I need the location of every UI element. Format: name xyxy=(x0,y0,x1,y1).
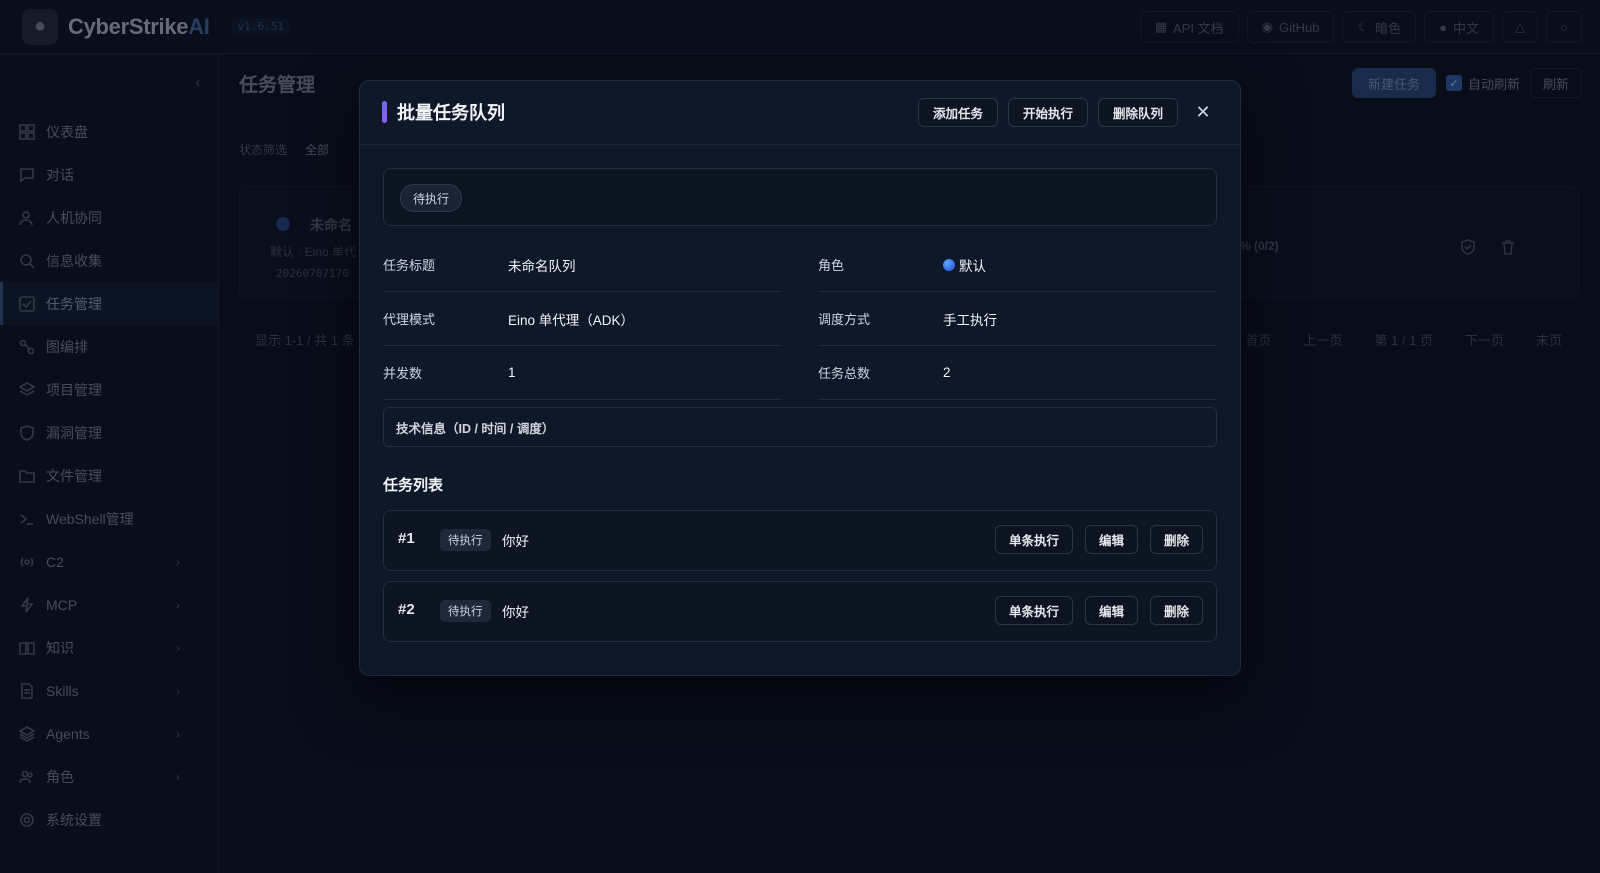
field-task-title: 任务标题 未命名队列 xyxy=(383,238,782,292)
field-value: 2 xyxy=(943,365,951,380)
edit-task-button[interactable]: 编辑 xyxy=(1084,596,1138,625)
field-label: 任务总数 xyxy=(818,366,871,381)
task-list-title: 任务列表 xyxy=(383,477,444,494)
role-avatar-icon xyxy=(943,258,955,271)
field-schedule: 调度方式 手工执行 xyxy=(818,292,1217,346)
task-number: #1 xyxy=(398,530,415,547)
add-task-button[interactable]: 添加任务 xyxy=(917,98,998,127)
field-value: 手工执行 xyxy=(943,312,997,328)
close-icon[interactable]: ✕ xyxy=(1192,101,1214,123)
modal-title: 批量任务队列 xyxy=(397,103,505,123)
field-label: 调度方式 xyxy=(818,312,871,327)
task-status-badge: 待执行 xyxy=(440,529,491,551)
delete-task-button[interactable]: 删除 xyxy=(1149,596,1203,625)
title-accent-bar xyxy=(382,101,387,123)
delete-queue-button[interactable]: 删除队列 xyxy=(1097,98,1178,127)
field-label: 角色 xyxy=(818,258,845,273)
task-text: 你好 xyxy=(502,534,529,549)
field-role: 角色 默认 xyxy=(818,238,1217,292)
field-value: 默认 xyxy=(943,255,986,275)
field-total-tasks: 任务总数 2 xyxy=(818,346,1217,400)
status-badge: 待执行 xyxy=(400,184,463,212)
field-value: 未命名队列 xyxy=(508,258,576,274)
task-row: #2 待执行 你好 单条执行 编辑 删除 xyxy=(383,581,1217,642)
field-label: 并发数 xyxy=(383,366,423,381)
field-value: 1 xyxy=(508,365,516,380)
task-status-badge: 待执行 xyxy=(440,600,491,622)
batch-queue-modal: 批量任务队列 添加任务 开始执行 删除队列 ✕ 待执行 任务标题 未命名队列 角… xyxy=(359,80,1241,676)
run-single-button[interactable]: 单条执行 xyxy=(994,525,1073,554)
field-label: 代理模式 xyxy=(383,312,436,327)
edit-task-button[interactable]: 编辑 xyxy=(1084,525,1138,554)
task-text: 你好 xyxy=(502,605,529,620)
role-name: 默认 xyxy=(959,258,986,274)
delete-task-button[interactable]: 删除 xyxy=(1149,525,1203,554)
field-concurrency: 并发数 1 xyxy=(383,346,782,400)
start-execution-button[interactable]: 开始执行 xyxy=(1007,98,1088,127)
task-row: #1 待执行 你好 单条执行 编辑 删除 xyxy=(383,510,1217,571)
queue-status-box: 待执行 xyxy=(383,168,1217,226)
run-single-button[interactable]: 单条执行 xyxy=(994,596,1073,625)
field-agent-mode: 代理模式 Eino 单代理（ADK） xyxy=(383,292,782,346)
modal-header: 批量任务队列 添加任务 开始执行 删除队列 ✕ xyxy=(360,81,1240,145)
field-value: Eino 单代理（ADK） xyxy=(508,312,635,328)
tech-info-toggle[interactable]: 技术信息（ID / 时间 / 调度） xyxy=(383,407,1217,447)
field-label: 任务标题 xyxy=(383,258,436,273)
task-number: #2 xyxy=(398,601,415,618)
